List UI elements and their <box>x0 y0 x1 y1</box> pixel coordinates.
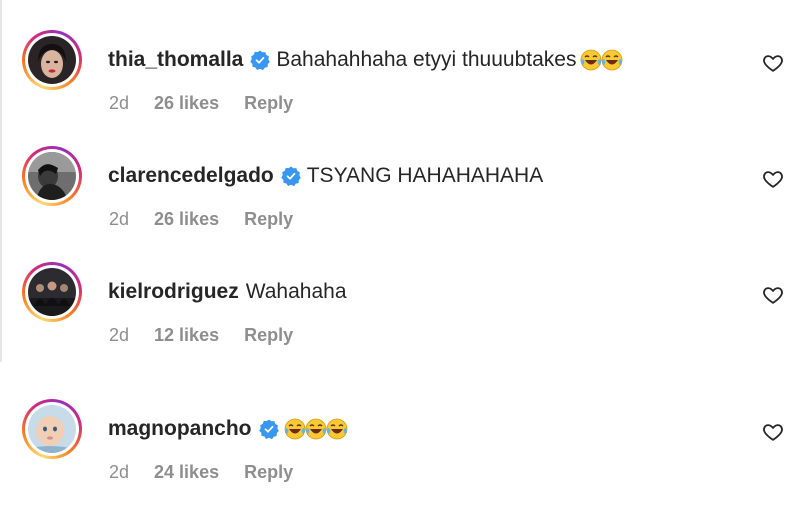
comment-list: thia_thomalla Bahahahhaha etyyi thuuubta… <box>0 0 800 516</box>
comment-text: Wahahaha <box>245 280 347 303</box>
comment-item: magnopancho 2d 24 likes Reply <box>0 399 800 499</box>
verified-badge-icon <box>250 50 271 70</box>
avatar[interactable] <box>22 30 82 90</box>
avatar[interactable] <box>22 146 82 206</box>
laughing-emoji <box>284 418 347 440</box>
likes-count[interactable]: 12 likes <box>154 325 219 346</box>
avatar[interactable] <box>22 399 82 459</box>
reply-button[interactable]: Reply <box>244 325 293 346</box>
likes-count[interactable]: 26 likes <box>154 209 219 230</box>
heart-icon[interactable] <box>762 421 784 443</box>
likes-count[interactable]: 26 likes <box>154 93 219 114</box>
laughing-emoji <box>580 49 623 71</box>
avatar[interactable] <box>22 262 82 322</box>
heart-icon[interactable] <box>762 284 784 306</box>
heart-icon[interactable] <box>762 52 784 74</box>
heart-icon[interactable] <box>762 168 784 190</box>
comment-timestamp[interactable]: 2d <box>109 325 129 346</box>
username[interactable]: kielrodriguez <box>108 280 239 304</box>
verified-badge-icon <box>258 419 279 439</box>
comment-timestamp[interactable]: 2d <box>109 462 129 483</box>
comment-text: Bahahahhaha etyyi thuuubtakes <box>276 48 577 71</box>
comment-item: clarencedelgado TSYANG HAHAHAHAHA 2d 26 … <box>0 146 800 246</box>
reply-button[interactable]: Reply <box>244 93 293 114</box>
reply-button[interactable]: Reply <box>244 462 293 483</box>
comment-timestamp[interactable]: 2d <box>109 93 129 114</box>
username[interactable]: clarencedelgado <box>108 164 274 188</box>
comment-item: kielrodriguez Wahahaha 2d 12 likes Reply <box>0 262 800 362</box>
verified-badge-icon <box>281 166 301 186</box>
username[interactable]: magnopancho <box>108 417 252 441</box>
likes-count[interactable]: 24 likes <box>154 462 219 483</box>
comment-timestamp[interactable]: 2d <box>109 209 129 230</box>
comment-text: TSYANG HAHAHAHAHA <box>306 164 544 187</box>
username[interactable]: thia_thomalla <box>108 48 243 72</box>
comment-item: thia_thomalla Bahahahhaha etyyi thuuubta… <box>0 30 800 130</box>
reply-button[interactable]: Reply <box>244 209 293 230</box>
